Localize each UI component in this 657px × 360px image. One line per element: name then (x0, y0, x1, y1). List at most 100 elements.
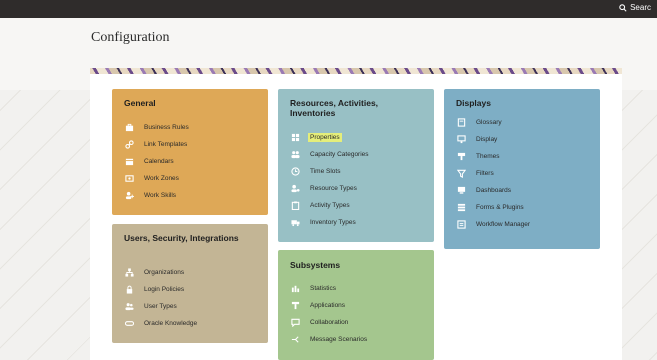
card-link-label: Link Templates (144, 141, 188, 148)
card-link-organizations[interactable]: Organizations (124, 264, 197, 281)
card-link-collaboration[interactable]: Collaboration (290, 314, 367, 331)
card-link-forms-plugins[interactable]: Forms & Plugins (456, 199, 530, 216)
card-link-workflow-manager[interactable]: Workflow Manager (456, 216, 530, 233)
card-subsystems: Subsystems Statistics Applications Colla… (278, 250, 434, 360)
card-link-label: Business Rules (144, 124, 189, 131)
calendar-icon (124, 157, 134, 167)
card-item-list: Properties Capacity Categories Time Slot… (290, 129, 369, 231)
page-body: Configuration General Business Rules Lin… (0, 18, 657, 360)
card-link-label: Collaboration (310, 319, 349, 326)
search-icon (619, 3, 627, 12)
card-item-list: Organizations Login Policies User Types … (124, 264, 197, 332)
card-link-display[interactable]: Display (456, 131, 530, 148)
card-link-work-zones[interactable]: Work Zones (124, 170, 189, 187)
card-link-message-scenarios[interactable]: Message Scenarios (290, 331, 367, 348)
card-general: General Business Rules Link Templates Ca… (112, 89, 268, 215)
briefcase-icon (124, 123, 134, 133)
card-users-security-integrations: Users, Security, Integrations Organizati… (112, 224, 268, 343)
background-pattern-left (0, 90, 90, 360)
dashboard-icon (456, 186, 466, 196)
card-displays: Displays Glossary Display Themes Filters… (444, 89, 600, 249)
search-button[interactable]: Searc (619, 3, 651, 12)
map-icon (124, 174, 134, 184)
card-item-list: Glossary Display Themes Filters Dashboar… (456, 114, 530, 233)
page-title: Configuration (91, 30, 170, 45)
person-skill-icon (124, 191, 134, 201)
card-link-business-rules[interactable]: Business Rules (124, 119, 189, 136)
card-link-glossary[interactable]: Glossary (456, 114, 530, 131)
workflow-icon (456, 220, 466, 230)
card-title: Resources, Activities, Inventories (290, 98, 379, 118)
card-title: Subsystems (290, 260, 341, 270)
card-link-inventory-types[interactable]: Inventory Types (290, 214, 369, 231)
search-label: Searc (630, 3, 651, 12)
card-link-dashboards[interactable]: Dashboards (456, 182, 530, 199)
chat-icon (290, 318, 300, 328)
card-link-user-types[interactable]: User Types (124, 298, 197, 315)
monitor-icon (456, 135, 466, 145)
background-pattern-right (622, 90, 657, 360)
card-link-label: Display (476, 136, 498, 143)
card-link-label: Activity Types (310, 202, 350, 209)
card-link-label: Dashboards (476, 187, 512, 194)
truck-icon (290, 218, 300, 228)
card-link-label: User Types (144, 303, 177, 310)
card-link-properties[interactable]: Properties (290, 129, 369, 146)
card-link-themes[interactable]: Themes (456, 148, 530, 165)
card-title: General (124, 98, 156, 108)
card-link-statistics[interactable]: Statistics (290, 280, 367, 297)
card-link-label: Resource Types (310, 185, 357, 192)
card-link-filters[interactable]: Filters (456, 165, 530, 182)
card-link-label: Work Skills (144, 192, 177, 199)
card-resources-activities-inventories: Resources, Activities, Inventories Prope… (278, 89, 434, 242)
card-link-label: Login Policies (144, 286, 185, 293)
card-item-list: Statistics Applications Collaboration Me… (290, 280, 367, 348)
card-link-oracle-knowledge[interactable]: Oracle Knowledge (124, 315, 197, 332)
card-link-label: Inventory Types (310, 219, 356, 226)
card-link-label: Forms & Plugins (476, 204, 524, 211)
card-link-label: Glossary (476, 119, 502, 126)
brush-icon (456, 152, 466, 162)
card-link-activity-types[interactable]: Activity Types (290, 197, 369, 214)
card-title: Users, Security, Integrations (124, 233, 239, 243)
card-link-time-slots[interactable]: Time Slots (290, 163, 369, 180)
message-flow-icon (290, 335, 300, 345)
people-icon (290, 150, 300, 160)
card-link-capacity-categories[interactable]: Capacity Categories (290, 146, 369, 163)
lock-icon (124, 285, 134, 295)
clock-icon (290, 167, 300, 177)
toggle-icon (124, 319, 134, 329)
book-icon (456, 118, 466, 128)
card-link-calendars[interactable]: Calendars (124, 153, 189, 170)
card-title: Displays (456, 98, 491, 108)
grid-icon (290, 133, 300, 143)
plug-icon (290, 301, 300, 311)
configuration-panel: General Business Rules Link Templates Ca… (90, 74, 622, 360)
card-item-list: Business Rules Link Templates Calendars … (124, 119, 189, 204)
card-link-label: Calendars (144, 158, 174, 165)
link-icon (124, 140, 134, 150)
card-link-label: Applications (310, 302, 346, 309)
card-link-applications[interactable]: Applications (290, 297, 367, 314)
filter-icon (456, 169, 466, 179)
person-gear-icon (290, 184, 300, 194)
card-link-label: Capacity Categories (310, 151, 369, 158)
top-bar: Searc (0, 0, 657, 18)
card-link-label: Workflow Manager (476, 221, 531, 228)
card-link-label: Filters (476, 170, 494, 177)
card-link-label: Themes (476, 153, 500, 160)
clipboard-icon (290, 201, 300, 211)
card-link-link-templates[interactable]: Link Templates (124, 136, 189, 153)
card-link-resource-types[interactable]: Resource Types (290, 180, 369, 197)
card-link-work-skills[interactable]: Work Skills (124, 187, 189, 204)
card-link-label: Organizations (144, 269, 185, 276)
bar-chart-icon (290, 284, 300, 294)
card-link-label: Properties (308, 133, 342, 142)
org-chart-icon (124, 268, 134, 278)
users-icon (124, 302, 134, 312)
card-link-label: Work Zones (144, 175, 179, 182)
card-link-label: Statistics (310, 285, 337, 292)
form-icon (456, 203, 466, 213)
card-link-label: Time Slots (310, 168, 341, 175)
card-link-login-policies[interactable]: Login Policies (124, 281, 197, 298)
